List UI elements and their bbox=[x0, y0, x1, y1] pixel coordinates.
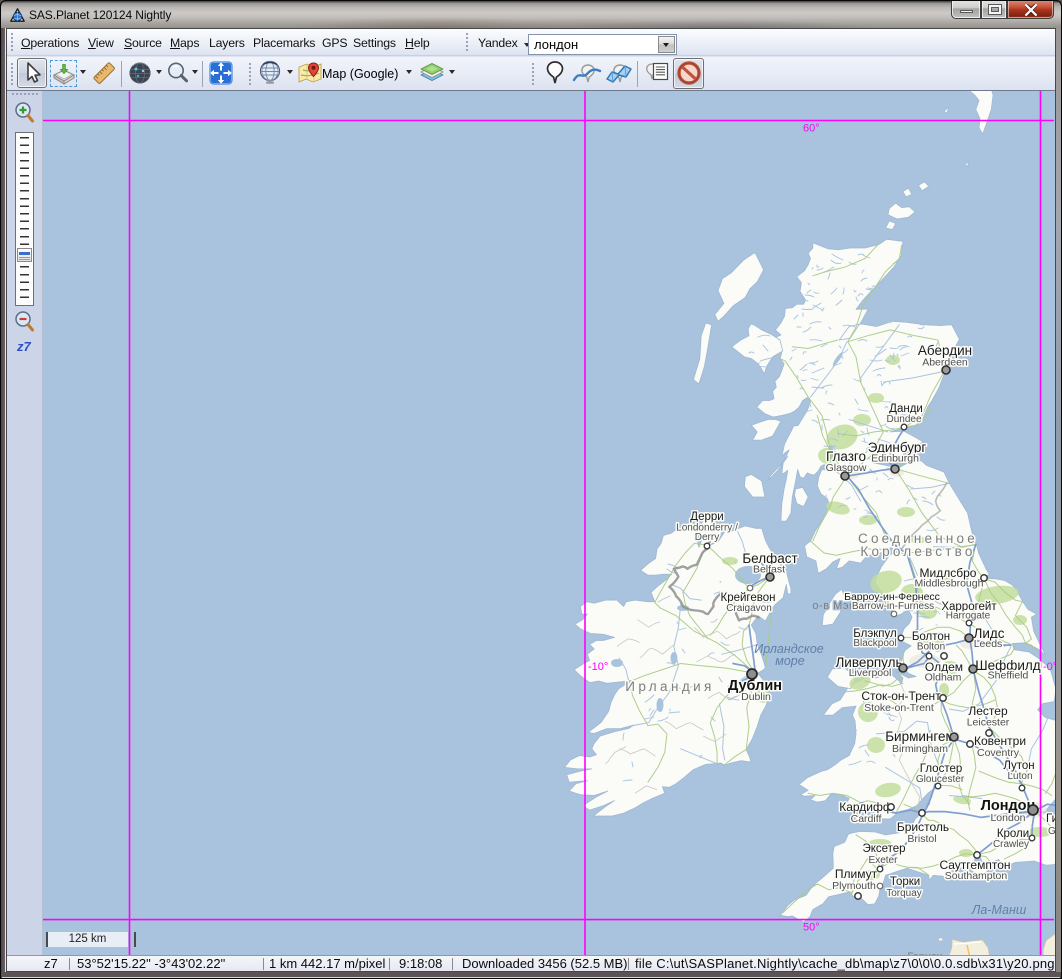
svg-text:Ирландия: Ирландия bbox=[625, 679, 715, 694]
svg-text:Stoke-on-Trent: Stoke-on-Trent bbox=[864, 702, 934, 714]
svg-text:Cardiff: Cardiff bbox=[851, 813, 882, 825]
svg-text:Торки: Торки bbox=[890, 876, 920, 888]
svg-text:Luton: Luton bbox=[1007, 771, 1032, 782]
svg-text:Craigavon: Craigavon bbox=[726, 603, 772, 614]
svg-text:Southampton: Southampton bbox=[945, 870, 1008, 882]
svg-text:море: море bbox=[775, 654, 804, 668]
svg-text:Leicester: Leicester bbox=[967, 717, 1010, 729]
svg-text:Дерри: Дерри bbox=[690, 511, 723, 523]
svg-text:Ковентри: Ковентри bbox=[974, 734, 1026, 748]
svg-text:Bolton: Bolton bbox=[917, 642, 945, 653]
svg-text:Gloucester: Gloucester bbox=[916, 774, 965, 785]
svg-text:Bristol: Bristol bbox=[907, 833, 936, 845]
svg-text:Сток-он-Трент: Сток-он-Трент bbox=[861, 689, 941, 703]
svg-text:Barrow-in-Furness: Barrow-in-Furness bbox=[852, 601, 934, 612]
svg-text:Sheffield: Sheffield bbox=[988, 670, 1029, 682]
svg-text:Blackpool: Blackpool bbox=[853, 638, 896, 649]
svg-text:Gil: Gil bbox=[1048, 826, 1055, 837]
svg-text:Эксетер: Эксетер bbox=[862, 843, 905, 855]
svg-text:Liverpool: Liverpool bbox=[849, 667, 892, 679]
svg-text:-0°: -0° bbox=[1043, 661, 1055, 673]
svg-text:-10°: -10° bbox=[588, 661, 608, 673]
svg-text:60°: 60° bbox=[803, 123, 820, 135]
svg-text:Exeter: Exeter bbox=[869, 855, 899, 866]
svg-text:Бирмингем: Бирмингем bbox=[885, 729, 955, 744]
svg-text:Бристоль: Бристоль bbox=[897, 820, 949, 834]
svg-text:Гил: Гил bbox=[1046, 813, 1055, 825]
svg-text:Derry: Derry bbox=[695, 532, 719, 543]
svg-text:Middlesbrough: Middlesbrough bbox=[915, 578, 984, 590]
svg-text:Ла-Манш: Ла-Манш bbox=[971, 903, 1027, 917]
svg-text:Torquay: Torquay bbox=[886, 888, 922, 899]
svg-text:50°: 50° bbox=[803, 922, 820, 934]
svg-text:London: London bbox=[990, 812, 1025, 824]
svg-text:Dublin: Dublin bbox=[741, 691, 771, 703]
svg-text:Королевство: Королевство bbox=[860, 544, 975, 559]
svg-text:Crawley: Crawley bbox=[993, 839, 1029, 850]
svg-text:Plymouth: Plymouth bbox=[832, 880, 876, 892]
svg-text:Oldham: Oldham bbox=[925, 672, 962, 684]
svg-text:Birmingham: Birmingham bbox=[892, 743, 948, 755]
svg-text:Leeds: Leeds bbox=[974, 638, 1003, 650]
svg-text:Edinburgh: Edinburgh bbox=[871, 453, 919, 465]
svg-text:Плимут: Плимут bbox=[835, 867, 878, 881]
svg-text:Coventry: Coventry bbox=[977, 747, 1020, 759]
svg-text:Dundee: Dundee bbox=[886, 414, 921, 425]
svg-text:Кардифф: Кардифф bbox=[839, 800, 893, 814]
